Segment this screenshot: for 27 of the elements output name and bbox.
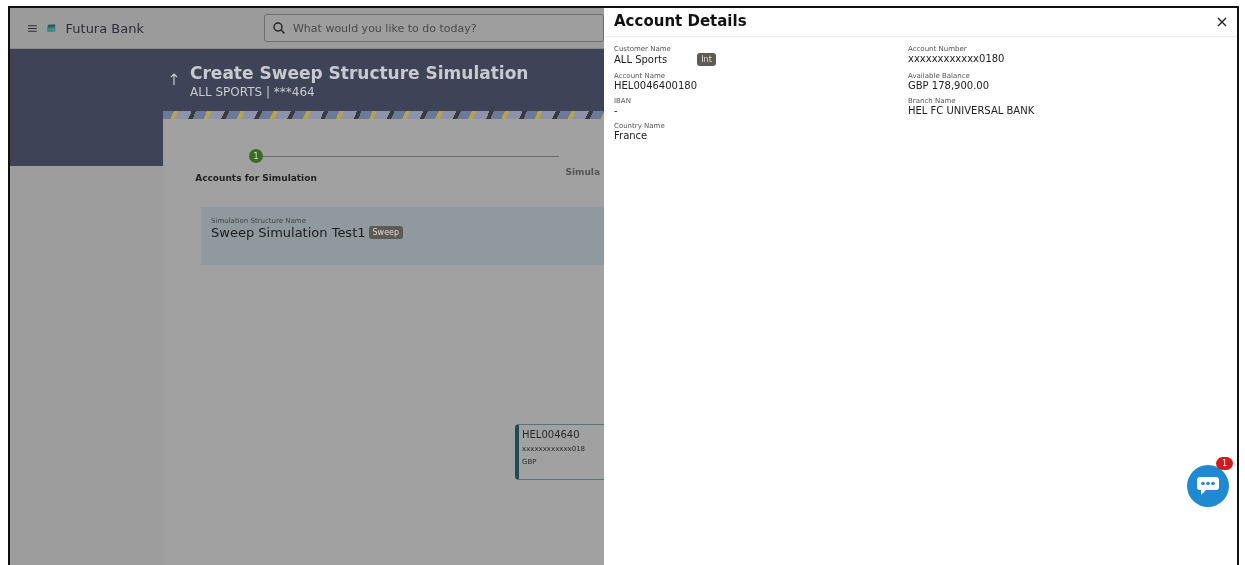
structure-name: Sweep Simulation Test1 (211, 225, 366, 240)
account-node-text: HEL004640 (522, 429, 580, 440)
notification-badge: 1 (1215, 457, 1233, 470)
search-icon (273, 22, 285, 34)
close-icon (1217, 16, 1227, 27)
menu-icon[interactable] (28, 22, 37, 34)
type-tag: Int (697, 53, 716, 66)
field-value: ALL Sports (614, 54, 668, 65)
page-title: Create Sweep Structure Simulation (190, 63, 529, 83)
step-label: Simula (565, 167, 600, 177)
step-indicator[interactable]: 1 (249, 149, 263, 163)
logo-icon (46, 21, 56, 35)
drawer-title: Account Details (614, 12, 747, 30)
field-value: GBP 178,900.00 (908, 80, 990, 91)
back-arrow-icon[interactable] (170, 73, 178, 85)
field-value: France (614, 130, 648, 141)
brand-name[interactable]: Futura Bank (65, 20, 144, 36)
page-subtitle: ALL SPORTS | ***464 (190, 85, 316, 99)
field-value: - (614, 105, 618, 116)
field-value: HEL FC UNIVERSAL BANK (908, 105, 1035, 116)
type-tag: Sweep (368, 226, 404, 239)
field-value: HEL0046400180 (614, 80, 698, 91)
chat-bubble-icon (1196, 476, 1220, 496)
chat-button[interactable] (1187, 465, 1229, 507)
field-value: xxxxxxxxxxxx0180 (908, 53, 1005, 64)
search-field[interactable]: What would you like to do today? (264, 14, 604, 42)
step-label: Accounts for Simulation (195, 173, 317, 183)
